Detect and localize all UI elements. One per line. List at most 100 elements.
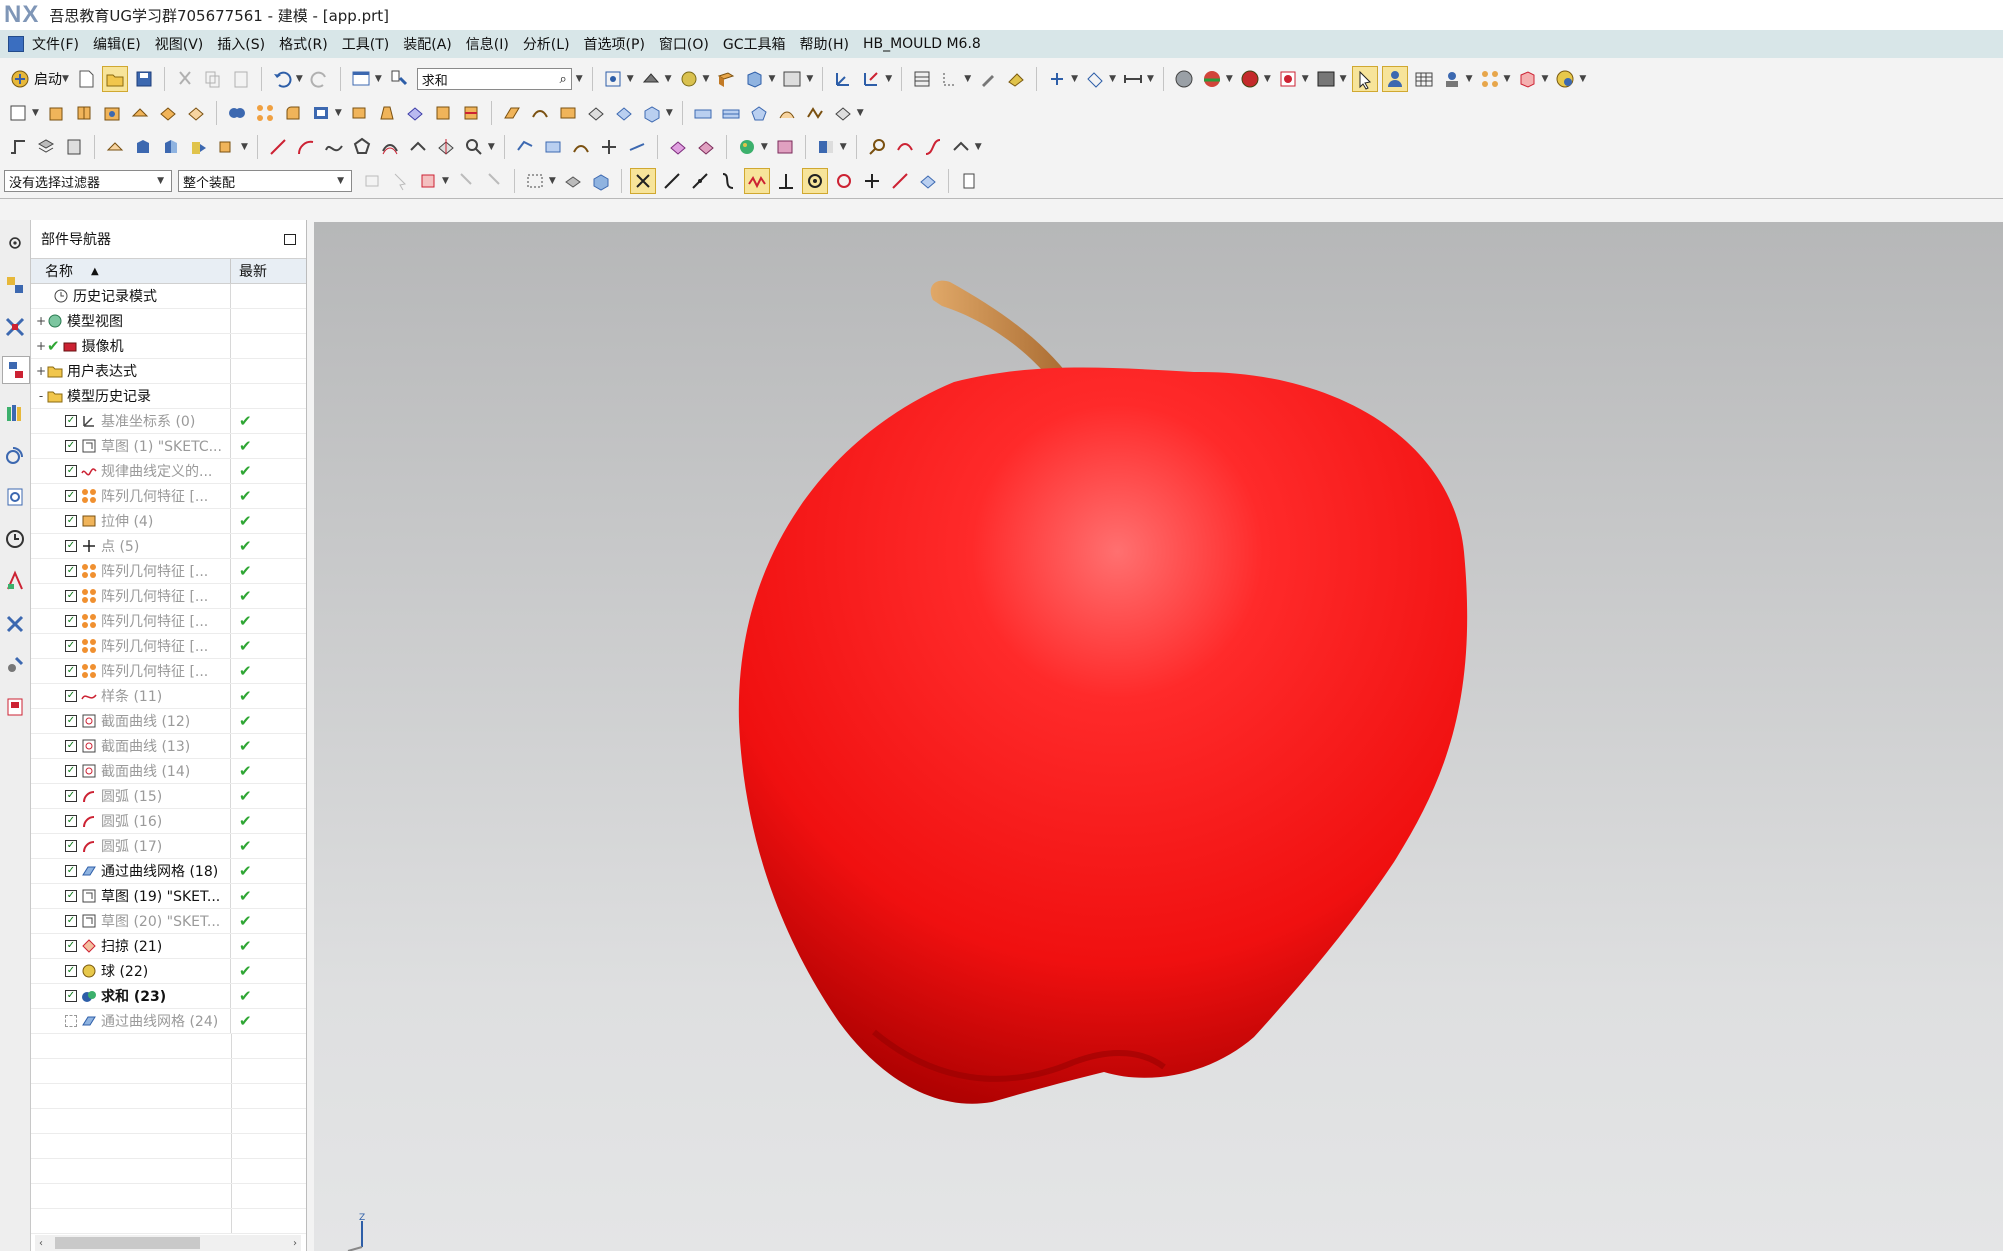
feature-checkbox[interactable]: ✓	[65, 740, 77, 752]
feature-checkbox[interactable]: ✓	[65, 790, 77, 802]
roles-icon[interactable]	[2, 694, 28, 720]
curve-tools-icon[interactable]	[6, 135, 30, 159]
history-feature-row[interactable]: ✓ 规律曲线定义的... ✔	[31, 459, 306, 484]
measure-dropdown-icon[interactable]: ▼	[1147, 74, 1154, 84]
constraint-navigator-icon[interactable]	[2, 314, 28, 340]
feature-checkbox[interactable]: ✓	[65, 715, 77, 727]
history-feature-row[interactable]: ✓ 基准坐标系 (0) ✔	[31, 409, 306, 434]
move-object-icon[interactable]	[103, 135, 127, 159]
studio-render-icon[interactable]	[1238, 67, 1262, 91]
scale-body-icon[interactable]	[431, 101, 455, 125]
sew-surface-icon[interactable]	[612, 101, 636, 125]
assembly-navigator-icon[interactable]	[2, 272, 28, 298]
orient-view-icon[interactable]	[714, 67, 738, 91]
menu-view[interactable]: 视图(V)	[155, 34, 204, 54]
history-feature-row[interactable]: ✓ 阵列几何特征 [... ✔	[31, 559, 306, 584]
split-body-icon[interactable]	[459, 101, 483, 125]
tree-row-history-mode[interactable]: 历史记录模式	[31, 284, 306, 309]
help-globe-icon[interactable]	[1553, 67, 1577, 91]
history-feature-row[interactable]: ✓ 截面曲线 (14) ✔	[31, 759, 306, 784]
datum-dropdown-icon[interactable]: ▼	[1109, 74, 1116, 84]
selection-scope-select[interactable]: 整个装配 ▼	[178, 170, 352, 192]
select-face-icon[interactable]	[454, 169, 478, 193]
stack-icon[interactable]	[62, 135, 86, 159]
face-blend-icon[interactable]	[500, 101, 524, 125]
sketch-tool-icon[interactable]	[6, 101, 30, 125]
snap-center-icon[interactable]	[801, 168, 828, 194]
window-dropdown-icon[interactable]: ▼	[375, 74, 382, 84]
user-role-icon[interactable]	[1381, 66, 1408, 92]
measure-distance-icon[interactable]	[1121, 67, 1145, 91]
ruled-surface-icon[interactable]	[556, 101, 580, 125]
history-feature-row[interactable]: ✓ 样条 (11) ✔	[31, 684, 306, 709]
snap-spline-icon[interactable]	[743, 168, 770, 194]
app-menu-icon[interactable]	[8, 36, 24, 52]
process-studio-icon[interactable]	[2, 610, 28, 636]
history-feature-row[interactable]: ✓ 草图 (20) "SKET... ✔	[31, 909, 306, 934]
feature-checkbox[interactable]: ✓	[65, 565, 77, 577]
feature-checkbox[interactable]: ✓	[65, 765, 77, 777]
datum-icon[interactable]	[1083, 67, 1107, 91]
shell-dropdown-icon[interactable]: ▼	[335, 108, 342, 118]
blend-tool-icon[interactable]	[281, 101, 305, 125]
thicken-dropdown-icon[interactable]: ▼	[666, 108, 673, 118]
point-constructor-icon[interactable]	[1045, 67, 1069, 91]
studio-dropdown-icon[interactable]: ▼	[1264, 74, 1271, 84]
web-browser-icon[interactable]	[2, 484, 28, 510]
shaded-render-icon[interactable]	[1172, 67, 1196, 91]
studio-surface-icon[interactable]	[691, 101, 715, 125]
deviation-icon[interactable]	[921, 135, 945, 159]
feature-checkbox[interactable]: ✓	[65, 440, 77, 452]
snap-curve-icon[interactable]	[716, 169, 740, 193]
pattern-feature-icon[interactable]	[253, 101, 277, 125]
history-feature-row[interactable]: ✓ 截面曲线 (12) ✔	[31, 709, 306, 734]
history-feature-row[interactable]: ✓ 球 (22) ✔	[31, 959, 306, 984]
history-feature-row[interactable]: ✓ 截面曲线 (13) ✔	[31, 734, 306, 759]
expand-icon[interactable]: +	[35, 314, 47, 328]
open-folder-icon[interactable]	[101, 66, 128, 92]
layer-dropdown-icon[interactable]: ▼	[964, 74, 971, 84]
menu-information[interactable]: 信息(I)	[466, 34, 509, 54]
snap-perpendicular-icon[interactable]	[774, 169, 798, 193]
snap-existing-point-icon[interactable]	[860, 169, 884, 193]
snap-line-icon[interactable]	[660, 169, 684, 193]
feature-checkbox[interactable]: ✓	[65, 815, 77, 827]
tree-row-model-history[interactable]: - 模型历史记录	[31, 384, 306, 409]
history-feature-row[interactable]: ✓ 扫掠 (21) ✔	[31, 934, 306, 959]
save-icon[interactable]	[132, 67, 156, 91]
menu-file[interactable]: 文件(F)	[32, 34, 79, 54]
shaded-sphere-icon[interactable]	[677, 67, 701, 91]
arc-tool-icon[interactable]	[294, 135, 318, 159]
tree-row-user-expressions[interactable]: + 用户表达式	[31, 359, 306, 384]
scroll-right-icon[interactable]: ›	[293, 1238, 297, 1249]
offset-face-icon[interactable]	[403, 101, 427, 125]
view-section-icon[interactable]	[814, 135, 838, 159]
trim-curve-icon[interactable]	[569, 135, 593, 159]
snap-on-curve-icon[interactable]	[888, 169, 912, 193]
background-color-icon[interactable]	[1314, 67, 1338, 91]
surface-analysis-icon[interactable]	[666, 135, 690, 159]
collapse-icon[interactable]: -	[35, 389, 47, 403]
history-feature-row[interactable]: ✓ 通过曲线网格 (18) ✔	[31, 859, 306, 884]
solid-body-icon[interactable]	[589, 169, 613, 193]
history-feature-row[interactable]: ✓ 阵列几何特征 [... ✔	[31, 484, 306, 509]
history-feature-row[interactable]: ✓ 圆弧 (15) ✔	[31, 784, 306, 809]
point-dropdown-icon[interactable]: ▼	[1071, 74, 1078, 84]
cut-icon[interactable]	[173, 67, 197, 91]
reuse-library-icon[interactable]	[2, 400, 28, 426]
feature-checkbox[interactable]: ✓	[65, 465, 77, 477]
history-feature-row[interactable]: ✓ 草图 (19) "SKET... ✔	[31, 884, 306, 909]
feature-checkbox[interactable]: ✓	[65, 615, 77, 627]
column-latest-header[interactable]: 最新	[231, 259, 303, 283]
feature-checkbox[interactable]	[65, 1015, 77, 1027]
draft-tool-icon[interactable]	[375, 101, 399, 125]
edges-render-icon[interactable]	[1200, 67, 1224, 91]
inspect-icon[interactable]	[865, 135, 889, 159]
feature-checkbox[interactable]: ✓	[65, 490, 77, 502]
curvature-comb-icon[interactable]	[893, 135, 917, 159]
unite-tool-icon[interactable]	[225, 101, 249, 125]
tree-row-model-views[interactable]: + 模型视图	[31, 309, 306, 334]
new-file-icon[interactable]	[74, 67, 98, 91]
wave-link-icon[interactable]	[187, 135, 211, 159]
menu-assembly[interactable]: 装配(A)	[403, 34, 452, 54]
